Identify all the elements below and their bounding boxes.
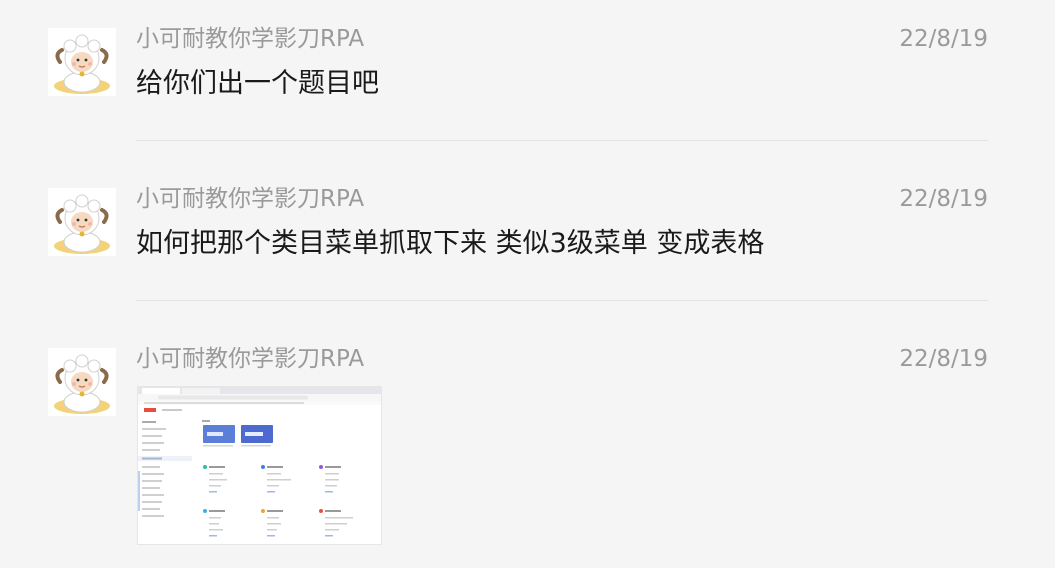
message-divider bbox=[136, 140, 988, 141]
sender-name: 小可耐教你学影刀RPA bbox=[136, 186, 365, 212]
message-text: 如何把那个类目菜单抓取下来 类似3级菜单 变成表格 bbox=[136, 228, 765, 259]
webpage-screenshot-image bbox=[138, 387, 381, 544]
sender-name: 小可耐教你学影刀RPA bbox=[136, 346, 365, 372]
chat-message-list: 小可耐教你学影刀RPA 22/8/19 给你们出一个题目吧 小可耐教你学影刀RP… bbox=[0, 0, 1055, 568]
sender-avatar[interactable] bbox=[48, 348, 116, 416]
goat-avatar-icon bbox=[54, 354, 110, 414]
sender-avatar[interactable] bbox=[48, 28, 116, 96]
goat-avatar-icon bbox=[54, 34, 110, 94]
sender-avatar[interactable] bbox=[48, 188, 116, 256]
message-divider bbox=[136, 300, 988, 301]
message-timestamp: 22/8/19 bbox=[899, 346, 988, 372]
message-timestamp: 22/8/19 bbox=[899, 186, 988, 212]
goat-avatar-icon bbox=[54, 194, 110, 254]
message-timestamp: 22/8/19 bbox=[899, 26, 988, 52]
sender-name: 小可耐教你学影刀RPA bbox=[136, 26, 365, 52]
image-attachment-thumbnail[interactable] bbox=[137, 386, 382, 545]
message-text: 给你们出一个题目吧 bbox=[136, 68, 379, 99]
